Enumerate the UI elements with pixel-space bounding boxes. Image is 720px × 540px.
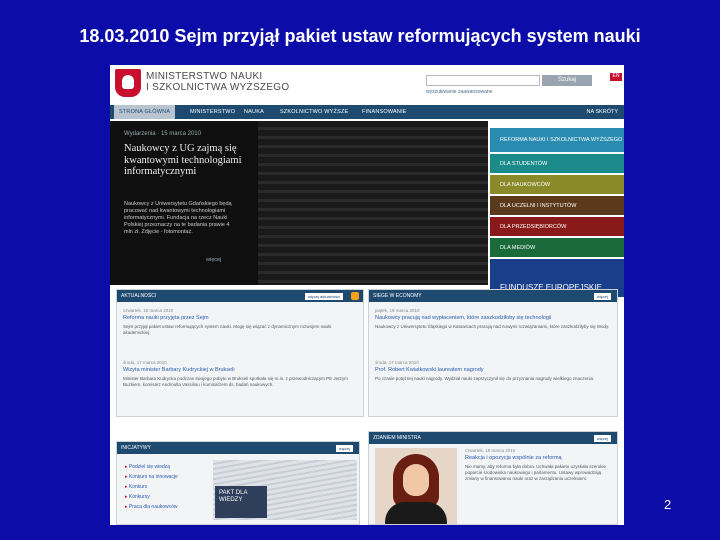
science-box: SIEGE W ECONOMY więcej piątek, 19 marca …: [368, 289, 618, 417]
science-box-header: SIEGE W ECONOMY: [369, 290, 617, 302]
site-header: MINISTERSTWO NAUKI I SZKOLNICTWA WYŻSZEG…: [110, 65, 624, 99]
minister-box-header: ZDANIEM MINISTRA: [369, 432, 617, 444]
minister-portrait: [375, 448, 457, 524]
news-item[interactable]: czwartek, 18 marca 2010 Reforma nauki pr…: [123, 308, 357, 336]
initiative-link[interactable]: Konkurs na innowacje: [125, 472, 178, 482]
initiative-link[interactable]: Podziel się wiedzą: [125, 462, 178, 472]
website-screenshot: MINISTERSTWO NAUKI I SZKOLNICTWA WYŻSZEG…: [110, 65, 624, 525]
news-date: piątek, 19 marca 2010: [375, 308, 420, 313]
portrait-face: [403, 464, 429, 496]
advanced-search-link[interactable]: wyszukiwanie zaawansowane: [426, 89, 492, 95]
news-body: Minister Barbara Kudrycka podczas swojeg…: [123, 376, 348, 387]
initiatives-more-link[interactable]: więcej: [335, 445, 353, 452]
hero-title[interactable]: Naukowcy z UG zajmą się kwantowymi techn…: [124, 143, 254, 178]
news-title[interactable]: Wizyta minister Barbary Kudryckiej w Bru…: [123, 367, 357, 373]
menu-students[interactable]: DLA STUDENTÓW: [490, 154, 624, 173]
minister-opinion-box: ZDANIEM MINISTRA więcej czwartek, 18 mar…: [368, 431, 618, 525]
news-date: czwartek, 18 marca 2010: [123, 308, 174, 313]
search-input[interactable]: [426, 75, 540, 86]
news-box: AKTUALNOŚCI więcej aktualności czwartek,…: [116, 289, 364, 417]
nav-item-higher-education[interactable]: SZKOLNICTWO WYŻSZE: [280, 105, 348, 119]
menu-reform[interactable]: REFORMA NAUKI I SZKOLNICTWA WYŻSZEGO: [490, 128, 624, 152]
initiatives-box-header: INICJATYWY: [117, 442, 359, 454]
search-button[interactable]: Szukaj: [542, 75, 592, 86]
initiatives-list: Podziel się wiedzą Konkurs na innowacje …: [125, 462, 178, 512]
rss-icon[interactable]: [351, 292, 359, 300]
minister-article[interactable]: czwartek, 18 marca 2010 Reakcja i opozyc…: [465, 448, 611, 482]
logo-line-1: MINISTERSTWO NAUKI: [146, 71, 263, 82]
news-body: Nie mamy, aby reforma była dobra. Uchwał…: [465, 464, 606, 481]
news-more-link[interactable]: więcej aktualności: [304, 293, 343, 300]
shortcuts-menu[interactable]: NA SKRÓTY: [587, 105, 618, 119]
news-date: środa, 17 marca 2010: [375, 360, 419, 365]
ministry-logo[interactable]: MINISTERSTWO NAUKI I SZKOLNICTWA WYŻSZEG…: [146, 71, 289, 93]
menu-media[interactable]: DLA MEDIÓW: [490, 238, 624, 257]
news-item[interactable]: piątek, 19 marca 2010 Naukowcy pracują n…: [375, 308, 611, 330]
slide-title: 18.03.2010 Sejm przyjął pakiet ustaw ref…: [79, 26, 641, 46]
nav-item-ministry[interactable]: MINISTERSTWO: [190, 105, 235, 119]
news-body: Po czasie potężnej nauki nagrody. Wydzia…: [375, 376, 595, 381]
menu-universities[interactable]: DLA UCZELNI I INSTYTUTÓW: [490, 196, 624, 215]
news-body: Naukowcy z Uniwersytetu Śląskiego w Kato…: [375, 324, 610, 329]
nav-item-home[interactable]: STRONA GŁÓWNA: [114, 105, 176, 119]
pakt-banner[interactable]: PAKT DLA WIEDZY: [215, 486, 267, 518]
news-item[interactable]: środa, 17 marca 2010 Prof. Robert Kwiatk…: [375, 360, 611, 382]
news-body: Sejm przyjął pakiet ustaw reformujących …: [123, 324, 332, 335]
science-more-link[interactable]: więcej: [593, 293, 611, 300]
menu-scientists[interactable]: DLA NAUKOWCÓW: [490, 175, 624, 194]
news-title[interactable]: Reakcja i opozycja wspólnie za reformą: [465, 455, 611, 461]
news-title[interactable]: Prof. Robert Kwiatkowski laureatem nagro…: [375, 367, 611, 373]
initiatives-box: INICJATYWY więcej PAKT DLA WIEDZY Podzie…: [116, 441, 360, 525]
initiative-link[interactable]: Konkursy: [125, 492, 178, 502]
page-number: 2: [664, 497, 672, 512]
news-title[interactable]: Naukowcy pracują nad wypłaceniem, które …: [375, 315, 611, 321]
eagle-emblem-icon: [115, 69, 141, 97]
news-date: środa, 17 marca 2010: [123, 360, 167, 365]
news-date: czwartek, 18 marca 2010: [465, 448, 516, 453]
hero-banner[interactable]: Wydarzenia · 15 marca 2010 Naukowcy z UG…: [110, 121, 488, 285]
main-nav: STRONA GŁÓWNA MINISTERSTWO NAUKA SZKOLNI…: [110, 105, 624, 119]
nav-item-science[interactable]: NAUKA: [244, 105, 264, 119]
menu-entrepreneurs[interactable]: DLA PRZEDSIĘBIORCÓW: [490, 217, 624, 236]
hero-more-link[interactable]: więcej: [206, 257, 221, 263]
portrait-torso: [385, 502, 447, 524]
minister-more-link[interactable]: więcej: [593, 435, 611, 442]
audience-menu: REFORMA NAUKI I SZKOLNICTWA WYŻSZEGO DLA…: [490, 128, 624, 299]
nav-item-financing[interactable]: FINANSOWANIE: [362, 105, 407, 119]
initiative-link[interactable]: Konkurs: [125, 482, 178, 492]
logo-line-2: I SZKOLNICTWA WYŻSZEGO: [146, 82, 290, 93]
initiative-link[interactable]: Praca dla naukowców: [125, 502, 178, 512]
news-item[interactable]: środa, 17 marca 2010 Wizyta minister Bar…: [123, 360, 357, 388]
hero-date: Wydarzenia · 15 marca 2010: [124, 131, 201, 137]
hero-description: Naukowcy z Uniwersytetu Gdańskiego będą …: [124, 201, 232, 235]
language-switch[interactable]: EN: [610, 73, 622, 81]
news-title[interactable]: Reforma nauki przyjęta przez Sejm: [123, 315, 357, 321]
hero-image: [258, 121, 488, 285]
